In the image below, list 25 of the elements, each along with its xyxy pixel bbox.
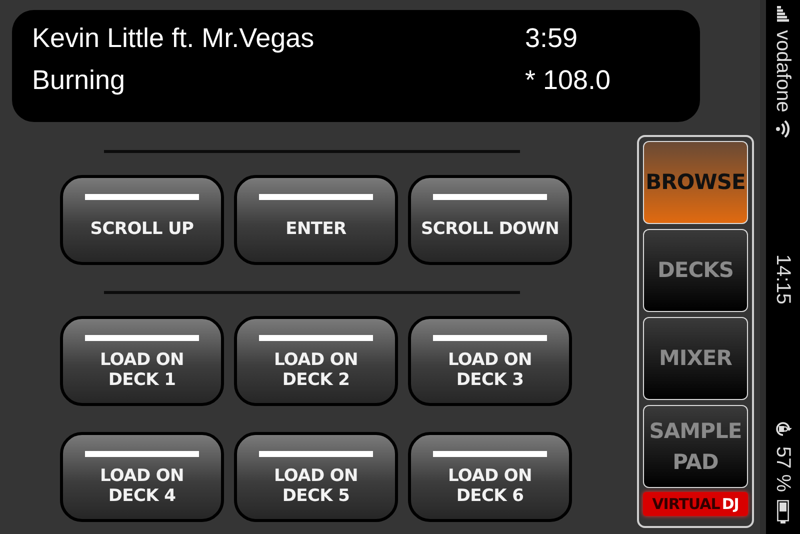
pad-button[interactable]: LOAD ON DECK 2 bbox=[234, 316, 398, 406]
pad-button[interactable]: LOAD ON DECK 1 bbox=[60, 316, 224, 406]
nav-tab[interactable]: BROWSE bbox=[643, 141, 748, 224]
track-artist: Kevin Little ft. Mr.Vegas bbox=[32, 22, 314, 54]
pad-button[interactable]: LOAD ON DECK 5 bbox=[234, 432, 398, 522]
signal-icon bbox=[777, 6, 789, 22]
pad-button[interactable]: LOAD ON DECK 6 bbox=[408, 432, 572, 522]
battery-icon bbox=[777, 500, 789, 524]
track-bpm: * 108.0 bbox=[525, 64, 612, 96]
nav-tab[interactable]: DECKS bbox=[643, 229, 748, 312]
track-length: 3:59 bbox=[525, 22, 579, 54]
rotation-lock-icon bbox=[774, 420, 792, 438]
pad-button[interactable]: SCROLL UP bbox=[60, 175, 224, 265]
pad-button[interactable]: SCROLL DOWN bbox=[408, 175, 572, 265]
pad-button[interactable]: LOAD ON DECK 3 bbox=[408, 316, 572, 406]
pad-button[interactable]: ENTER bbox=[234, 175, 398, 265]
battery-percent: 57 % bbox=[772, 446, 794, 492]
logo: VIRTUALDJ bbox=[643, 492, 748, 516]
pad-button[interactable]: LOAD ON DECK 4 bbox=[60, 432, 224, 522]
nav-tab[interactable]: SAMPLE PAD bbox=[643, 405, 748, 488]
wifi-icon bbox=[776, 120, 790, 138]
carrier-name: vodafone bbox=[772, 30, 794, 112]
clock-time: 14:15 bbox=[772, 254, 794, 304]
track-title: Burning bbox=[32, 64, 126, 96]
nav-tab[interactable]: MIXER bbox=[643, 317, 748, 400]
